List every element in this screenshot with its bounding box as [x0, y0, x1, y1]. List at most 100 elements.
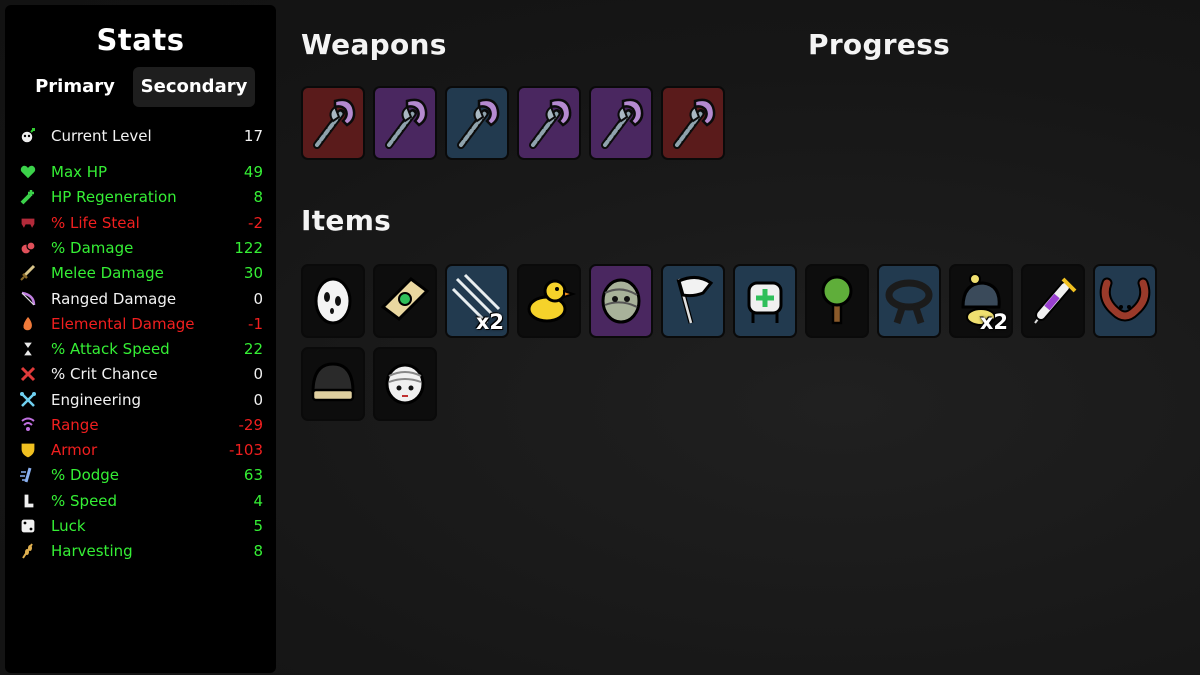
tab-secondary[interactable]: Secondary — [133, 67, 255, 107]
items-slot[interactable] — [877, 264, 941, 338]
muscle-icon — [17, 237, 39, 259]
stat-label: Range — [51, 415, 99, 434]
stat-label: Ranged Damage — [51, 289, 177, 308]
stat-row: Range -29 — [17, 412, 263, 437]
stat-row: HP Regeneration 8 — [17, 184, 263, 209]
tree-icon — [809, 269, 865, 333]
items-slot[interactable] — [301, 264, 365, 338]
items-slot[interactable] — [373, 264, 437, 338]
stat-value: 0 — [253, 364, 263, 383]
syringe-icon — [1025, 269, 1081, 333]
stat-label: Melee Damage — [51, 263, 164, 282]
stat-value: 0 — [253, 390, 263, 409]
range-icon — [17, 414, 39, 436]
stat-value: 0 — [253, 289, 263, 308]
stat-value: -29 — [238, 415, 264, 434]
stats-panel: Stats Primary Secondary Current Level 17… — [5, 5, 276, 673]
stat-value: 17 — [243, 126, 263, 145]
helmet-icon — [305, 352, 361, 416]
stat-label: Engineering — [51, 390, 141, 409]
level-icon — [17, 125, 39, 147]
items-slot[interactable] — [373, 347, 437, 421]
stat-label: % Speed — [51, 491, 118, 510]
stat-value: -1 — [248, 314, 263, 333]
weapons-slot[interactable] — [301, 86, 365, 160]
progress-title: Progress — [808, 28, 951, 61]
black-belt-icon — [881, 269, 937, 333]
sword-icon — [17, 262, 39, 284]
tentacle-icon — [1097, 269, 1153, 333]
stat-row: Melee Damage 30 — [17, 260, 263, 285]
weapons-title: Weapons — [301, 28, 447, 61]
items-slot[interactable] — [517, 264, 581, 338]
stat-value: 8 — [253, 187, 263, 206]
items-slot[interactable] — [805, 264, 869, 338]
items-slot[interactable] — [301, 347, 365, 421]
stat-value: 22 — [243, 339, 263, 358]
hourglass-icon — [17, 338, 39, 360]
axe-icon — [305, 91, 361, 155]
mummy-icon — [593, 269, 649, 333]
stat-value: 5 — [253, 516, 263, 535]
fangs-icon — [17, 212, 39, 234]
stat-value: 49 — [243, 162, 263, 181]
stat-row: Armor -103 — [17, 437, 263, 462]
weapons-slot[interactable] — [517, 86, 581, 160]
stat-row: % Speed 4 — [17, 488, 263, 513]
stat-label: Luck — [51, 516, 86, 535]
stat-label: HP Regeneration — [51, 187, 177, 206]
weapons-slot[interactable] — [589, 86, 653, 160]
stats-title: Stats — [96, 23, 185, 57]
items-slot[interactable] — [1021, 264, 1085, 338]
items-slot[interactable]: x2 — [949, 264, 1013, 338]
game-screen: Stats Primary Secondary Current Level 17… — [0, 0, 1200, 675]
stat-value: 8 — [253, 541, 263, 560]
stat-label: Max HP — [51, 162, 108, 181]
axe-icon — [449, 91, 505, 155]
stat-row: Max HP 49 — [17, 159, 263, 184]
stat-row: Ranged Damage 0 — [17, 286, 263, 311]
white-flag-icon — [665, 269, 721, 333]
items-slot[interactable]: x2 — [445, 264, 509, 338]
stat-row-current-level: Current Level 17 — [17, 123, 263, 148]
stat-row: % Dodge 63 — [17, 462, 263, 487]
stat-value: 30 — [243, 263, 263, 282]
axe-icon — [593, 91, 649, 155]
wrench-icon — [17, 389, 39, 411]
bow-icon — [17, 288, 39, 310]
heart-icon — [17, 161, 39, 183]
item-quantity: x2 — [979, 310, 1008, 334]
stat-label: % Life Steal — [51, 213, 140, 232]
items-slot[interactable] — [661, 264, 725, 338]
flame-icon — [17, 313, 39, 335]
weapons-slot[interactable] — [445, 86, 509, 160]
items-slot[interactable] — [1093, 264, 1157, 338]
items-slot[interactable] — [733, 264, 797, 338]
stat-label: % Attack Speed — [51, 339, 170, 358]
dice-icon — [17, 515, 39, 537]
item-quantity: x2 — [475, 310, 504, 334]
dodge-icon — [17, 464, 39, 486]
tab-primary[interactable]: Primary — [25, 67, 125, 107]
weapons-slot[interactable] — [373, 86, 437, 160]
stat-row: Elemental Damage -1 — [17, 311, 263, 336]
stat-value: 63 — [243, 465, 263, 484]
medkit-icon — [737, 269, 793, 333]
stat-label: Armor — [51, 440, 98, 459]
stat-value: -2 — [248, 213, 263, 232]
crit-icon — [17, 363, 39, 385]
axe-icon — [521, 91, 577, 155]
stat-row: % Life Steal -2 — [17, 210, 263, 235]
stat-value: 122 — [234, 238, 263, 257]
items-title: Items — [301, 204, 392, 237]
stat-row: % Crit Chance 0 — [17, 361, 263, 386]
stat-label: Elemental Damage — [51, 314, 195, 333]
wheat-icon — [17, 540, 39, 562]
stat-row: Engineering 0 — [17, 387, 263, 412]
stat-label: % Damage — [51, 238, 134, 257]
weapons-slot[interactable] — [661, 86, 725, 160]
bandaged-head-icon — [377, 352, 433, 416]
cash-icon — [377, 269, 433, 333]
items-slot[interactable] — [589, 264, 653, 338]
axe-icon — [377, 91, 433, 155]
